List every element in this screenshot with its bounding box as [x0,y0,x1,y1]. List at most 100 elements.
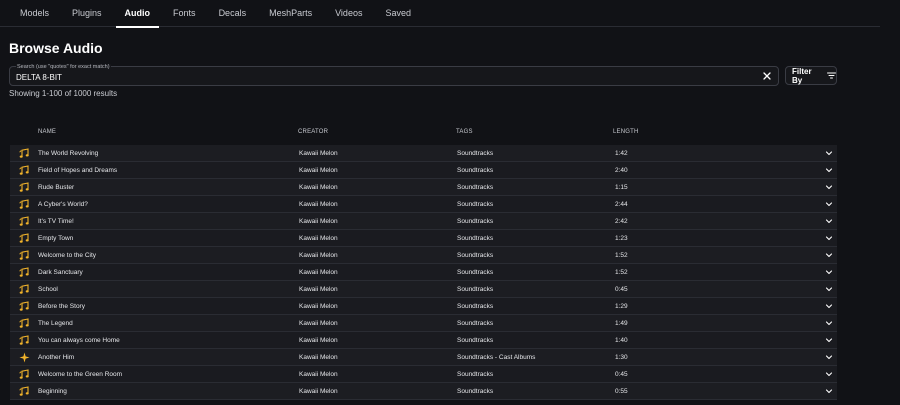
audio-tags: Soundtracks [457,150,494,157]
music-notes-icon[interactable] [19,318,30,329]
audio-creator[interactable]: Kawaii Melon [299,371,338,378]
audio-row[interactable]: Before the Story Kawaii Melon Soundtracks 1… [10,298,837,315]
audio-name: Welcome to the City [38,252,97,259]
audio-name: The Legend [38,320,73,327]
music-notes-icon[interactable] [19,182,30,193]
audio-creator[interactable]: Kawaii Melon [299,303,338,310]
audio-creator[interactable]: Kawaii Melon [299,337,338,344]
audio-length: 2:42 [615,218,628,225]
chevron-down-icon[interactable] [825,200,833,208]
music-notes-icon[interactable] [19,284,30,295]
chevron-down-icon[interactable] [825,166,833,174]
audio-list: The World Revolving Kawaii Melon Soundtrac… [10,145,837,400]
audio-creator[interactable]: Kawaii Melon [299,184,338,191]
music-notes-icon[interactable] [19,148,30,159]
audio-tags: Soundtracks [457,167,494,174]
audio-row[interactable]: Welcome to the City Kawaii Melon Soundtrac… [10,247,837,264]
audio-row[interactable]: Another Him Kawaii Melon Soundtracks - Cas… [10,349,837,366]
audio-creator[interactable]: Kawaii Melon [299,388,338,395]
music-notes-icon[interactable] [19,267,30,278]
audio-creator[interactable]: Kawaii Melon [299,167,338,174]
audio-row[interactable]: Welcome to the Green Room Kawaii Melon Sou… [10,366,837,383]
tab-saved[interactable]: Saved [376,0,420,27]
asset-type-tabs: Models Plugins Audio Fonts Decals MeshParts Vi… [0,0,880,28]
table-header: NAME CREATOR TAGS LENGTH [10,126,837,140]
chevron-down-icon[interactable] [825,370,833,378]
audio-tags: Soundtracks - Cast Albums [457,354,536,361]
audio-tags: Soundtracks [457,201,494,208]
audio-row[interactable]: Dark Sanctuary Kawaii Melon Soundtracks 1:5… [10,264,837,281]
star-burst-icon[interactable] [19,352,30,363]
audio-length: 1:40 [615,337,628,344]
chevron-down-icon[interactable] [825,302,833,310]
tab-decals[interactable]: Decals [210,0,256,27]
filter-by-label: Filter By [792,66,812,85]
chevron-down-icon[interactable] [825,251,833,259]
audio-row[interactable]: Beginning Kawaii Melon Soundtracks 0:55 [10,383,837,400]
music-notes-icon[interactable] [19,369,30,380]
audio-row[interactable]: The World Revolving Kawaii Melon Soundtrac… [10,145,837,162]
chevron-down-icon[interactable] [825,268,833,276]
audio-length: 1:15 [615,184,628,191]
audio-creator[interactable]: Kawaii Melon [299,354,338,361]
audio-tags: Soundtracks [457,337,494,344]
search-box[interactable]: Search (use "quotes" for exact match) [9,64,779,86]
audio-name: The World Revolving [38,150,99,157]
audio-length: 1:52 [615,269,628,276]
audio-creator[interactable]: Kawaii Melon [299,286,338,293]
music-notes-icon[interactable] [19,216,30,227]
audio-length: 1:52 [615,252,628,259]
tab-audio[interactable]: Audio [115,0,160,28]
column-header-name[interactable]: NAME [38,129,56,135]
audio-name: Dark Sanctuary [38,269,83,276]
audio-name: Another Him [38,354,75,361]
audio-row[interactable]: Rude Buster Kawaii Melon Soundtracks 1:15 [10,179,837,196]
search-input[interactable] [16,72,756,83]
column-header-creator[interactable]: CREATOR [298,129,328,135]
tab-models[interactable]: Models [10,0,58,27]
audio-row[interactable]: Empty Town Kawaii Melon Soundtracks 1:23 [10,230,837,247]
tab-meshparts[interactable]: MeshParts [260,0,321,27]
audio-row[interactable]: It's TV Time! Kawaii Melon Soundtracks 2:42 [10,213,837,230]
chevron-down-icon[interactable] [825,217,833,225]
chevron-down-icon[interactable] [825,183,833,191]
music-notes-icon[interactable] [19,301,30,312]
column-header-tags[interactable]: TAGS [456,129,473,135]
clear-search-button[interactable] [761,70,773,82]
chevron-down-icon[interactable] [825,319,833,327]
audio-creator[interactable]: Kawaii Melon [299,201,338,208]
chevron-down-icon[interactable] [825,149,833,157]
tab-videos[interactable]: Videos [326,0,371,27]
audio-creator[interactable]: Kawaii Melon [299,269,338,276]
audio-length: 2:44 [615,201,628,208]
chevron-down-icon[interactable] [825,285,833,293]
audio-name: A Cyber's World? [38,201,88,208]
music-notes-icon[interactable] [19,165,30,176]
audio-row[interactable]: The Legend Kawaii Melon Soundtracks 1:49 [10,315,837,332]
tab-plugins[interactable]: Plugins [63,0,111,27]
audio-creator[interactable]: Kawaii Melon [299,252,338,259]
chevron-down-icon[interactable] [825,234,833,242]
results-count: Showing 1-100 of 1000 results [9,89,118,98]
music-notes-icon[interactable] [19,233,30,244]
audio-length: 1:42 [615,150,628,157]
column-header-length[interactable]: LENGTH [613,129,639,135]
tab-fonts[interactable]: Fonts [164,0,205,27]
music-notes-icon[interactable] [19,386,30,397]
chevron-down-icon[interactable] [825,387,833,395]
filter-by-button[interactable]: Filter By [785,66,837,85]
music-notes-icon[interactable] [19,250,30,261]
audio-row[interactable]: A Cyber's World? Kawaii Melon Soundtracks 2… [10,196,837,213]
music-notes-icon[interactable] [19,335,30,346]
audio-length: 0:45 [615,286,628,293]
audio-row[interactable]: You can always come Home Kawaii Melon Soun… [10,332,837,349]
audio-creator[interactable]: Kawaii Melon [299,320,338,327]
audio-row[interactable]: School Kawaii Melon Soundtracks 0:45 [10,281,837,298]
audio-row[interactable]: Field of Hopes and Dreams Kawaii Melon Sou… [10,162,837,179]
chevron-down-icon[interactable] [825,336,833,344]
chevron-down-icon[interactable] [825,353,833,361]
music-notes-icon[interactable] [19,199,30,210]
audio-creator[interactable]: Kawaii Melon [299,150,338,157]
audio-creator[interactable]: Kawaii Melon [299,218,338,225]
audio-creator[interactable]: Kawaii Melon [299,235,338,242]
